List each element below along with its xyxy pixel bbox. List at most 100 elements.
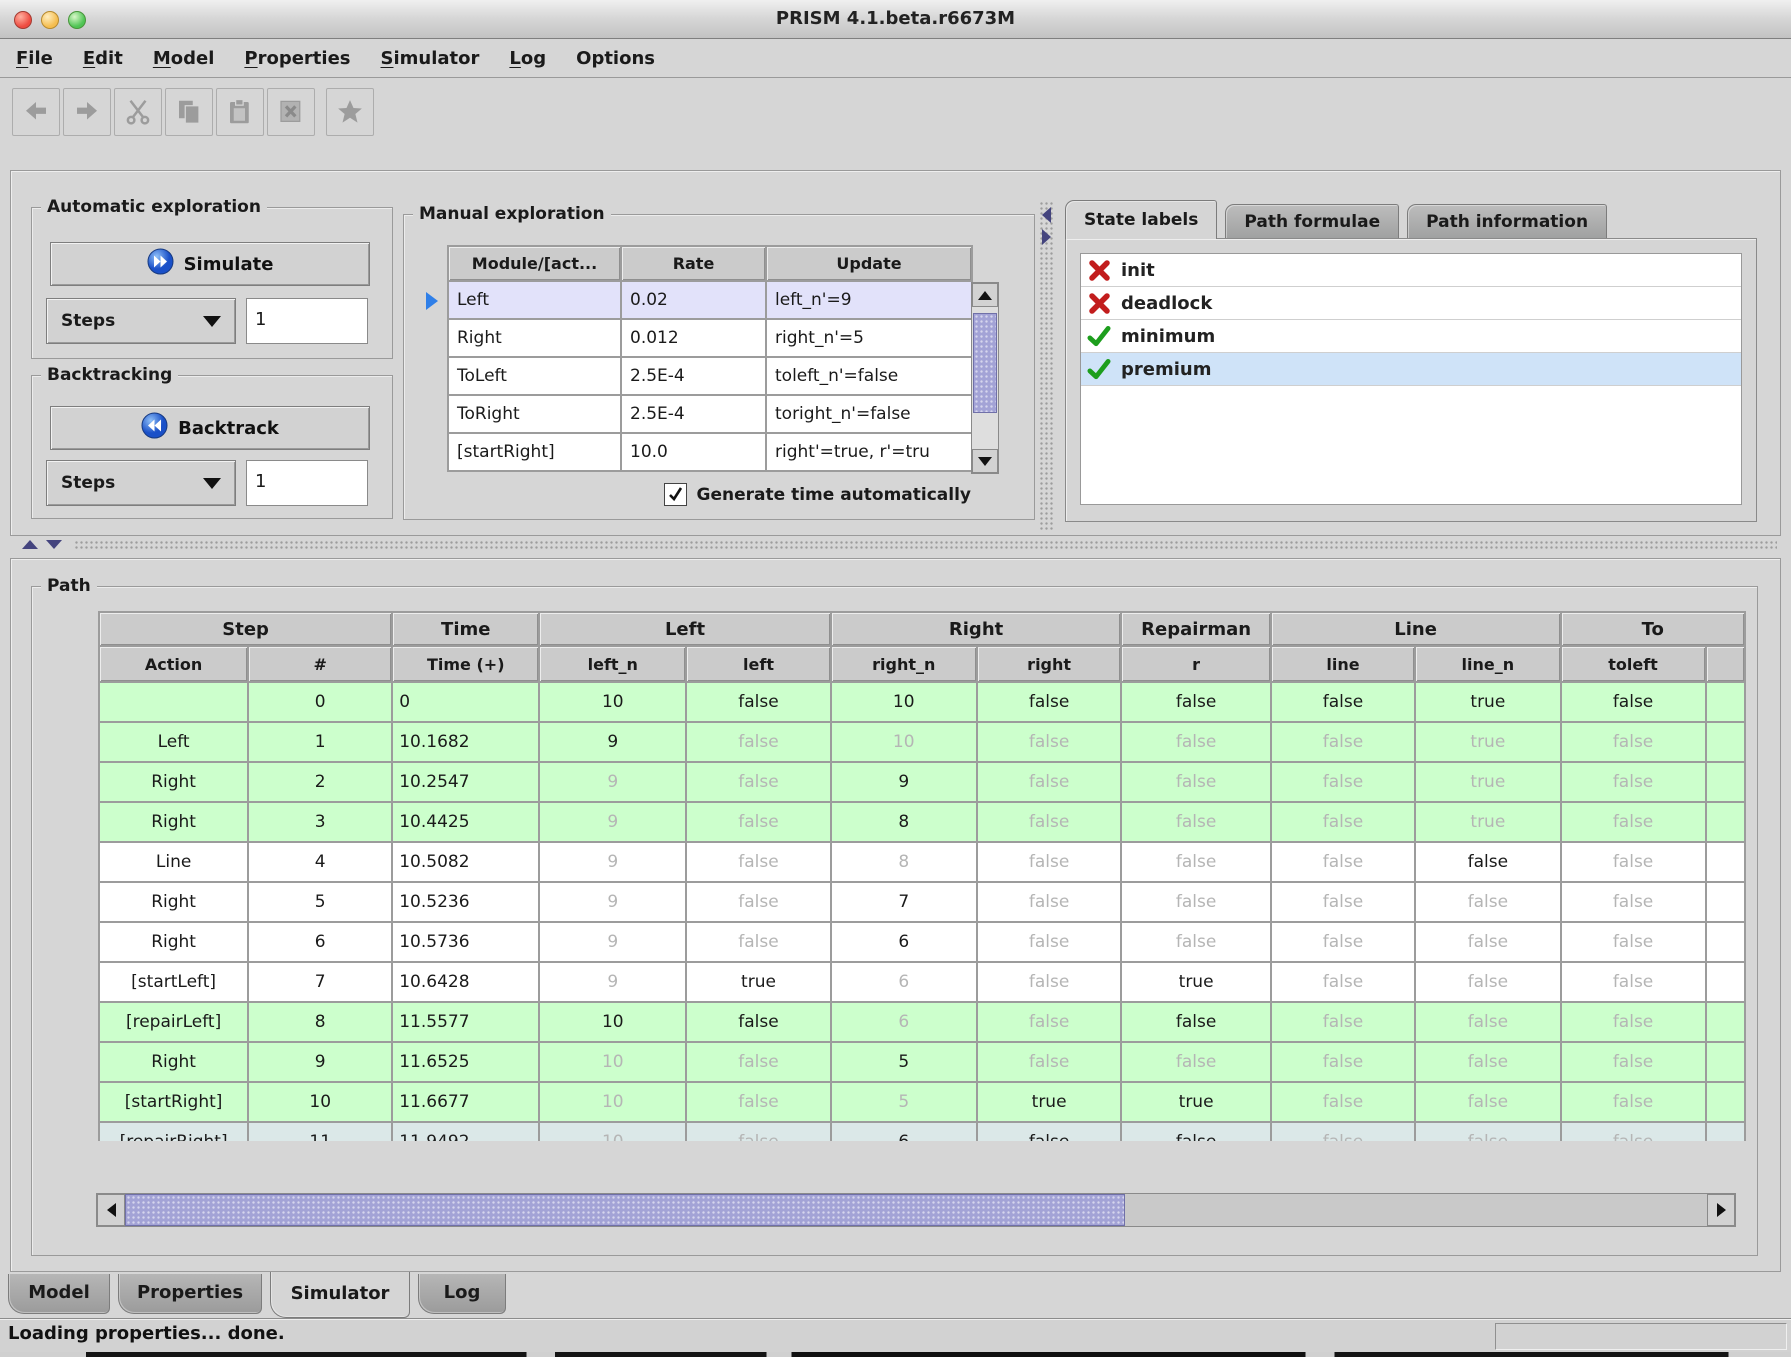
title-bar: PRISM 4.1.beta.r6673M bbox=[0, 0, 1791, 39]
scrollbar-thumb[interactable] bbox=[973, 313, 997, 413]
path-row[interactable]: Right310.44259false8falsefalsefalsetruef… bbox=[100, 803, 1744, 841]
back-button[interactable] bbox=[12, 88, 60, 136]
state-label-row[interactable]: minimum bbox=[1081, 320, 1741, 353]
path-cell-step: 7 bbox=[249, 963, 391, 1001]
path-row[interactable]: [startLeft]710.64289true6falsetruefalsef… bbox=[100, 963, 1744, 1001]
path-col-header[interactable]: Time (+) bbox=[393, 647, 538, 681]
path-col-header[interactable]: # bbox=[249, 647, 391, 681]
manual-col-module[interactable]: Module/[act... bbox=[449, 247, 620, 280]
manual-col-update[interactable]: Update bbox=[767, 247, 971, 280]
manual-row[interactable]: [startRight]10.0right'=true, r'=tru bbox=[449, 434, 971, 470]
path-cell: false bbox=[1272, 683, 1414, 721]
scroll-up-button[interactable] bbox=[972, 283, 998, 307]
manual-row[interactable]: Right0.012right_n'=5 bbox=[449, 320, 971, 356]
tab-state-labels[interactable]: State labels bbox=[1065, 200, 1217, 239]
simulate-button[interactable]: Simulate bbox=[50, 242, 370, 286]
path-cell: false bbox=[978, 1043, 1121, 1081]
manual-cell-rate: 0.012 bbox=[622, 320, 765, 356]
paste-button[interactable] bbox=[216, 88, 264, 136]
collapse-right-icon[interactable] bbox=[1042, 229, 1051, 245]
manual-row[interactable]: ToLeft2.5E-4toleft_n'=false bbox=[449, 358, 971, 394]
tab-path-formulae[interactable]: Path formulae bbox=[1225, 204, 1399, 239]
menu-log[interactable]: Log bbox=[509, 48, 546, 69]
collapse-down-icon[interactable] bbox=[46, 540, 62, 549]
collapse-left-icon[interactable] bbox=[1042, 207, 1051, 223]
path-col-header[interactable]: Action bbox=[100, 647, 247, 681]
path-row[interactable]: [repairRight]1111.949210false6falsefalse… bbox=[100, 1123, 1744, 1141]
path-row[interactable]: Right510.52369false7falsefalsefalsefalse… bbox=[100, 883, 1744, 921]
path-cell-step: 9 bbox=[249, 1043, 391, 1081]
menu-simulator[interactable]: Simulator bbox=[381, 48, 480, 69]
scroll-right-button[interactable] bbox=[1707, 1194, 1735, 1226]
tab-path-information[interactable]: Path information bbox=[1407, 204, 1607, 239]
manual-cell-module: Left bbox=[449, 282, 620, 318]
delete-button[interactable] bbox=[267, 88, 315, 136]
path-col-header[interactable]: line_n bbox=[1416, 647, 1559, 681]
path-cell bbox=[1707, 883, 1744, 921]
path-row[interactable]: Right911.652510false5falsefalsefalsefals… bbox=[100, 1043, 1744, 1081]
path-cell: 9 bbox=[540, 803, 685, 841]
tab-properties[interactable]: Properties bbox=[118, 1274, 262, 1314]
auto-steps-input[interactable]: 1 bbox=[246, 298, 368, 344]
generate-time-checkbox[interactable] bbox=[664, 483, 687, 506]
horizontal-splitter[interactable] bbox=[10, 534, 1779, 556]
path-cell-step: 8 bbox=[249, 1003, 391, 1041]
path-col-header[interactable]: right bbox=[978, 647, 1121, 681]
path-col-header[interactable]: left bbox=[687, 647, 829, 681]
menu-file[interactable]: File bbox=[16, 48, 53, 69]
check-icon bbox=[1087, 324, 1111, 348]
manual-cell-update: toright_n'=false bbox=[767, 396, 971, 432]
path-col-header[interactable]: left_n bbox=[540, 647, 685, 681]
path-col-header[interactable]: line bbox=[1272, 647, 1414, 681]
path-cell: false bbox=[1562, 803, 1705, 841]
tab-model[interactable]: Model bbox=[8, 1274, 110, 1314]
path-cell-action: [startRight] bbox=[100, 1083, 247, 1121]
path-col-header[interactable]: r bbox=[1122, 647, 1269, 681]
backtrack-icon bbox=[141, 412, 168, 444]
menu-model[interactable]: Model bbox=[153, 48, 215, 69]
scroll-down-button[interactable] bbox=[972, 449, 998, 473]
manual-row[interactable]: Left0.02left_n'=9 bbox=[449, 282, 971, 318]
vertical-splitter[interactable] bbox=[1039, 201, 1055, 531]
triangle-up-icon bbox=[978, 291, 992, 300]
copy-button[interactable] bbox=[165, 88, 213, 136]
path-row[interactable]: Right210.25479false9falsefalsefalsetruef… bbox=[100, 763, 1744, 801]
state-label-row[interactable]: deadlock bbox=[1081, 287, 1741, 320]
menu-properties[interactable]: Properties bbox=[244, 48, 350, 69]
path-col-header[interactable]: right_n bbox=[832, 647, 976, 681]
tab-simulator[interactable]: Simulator bbox=[270, 1272, 410, 1318]
path-row[interactable]: Left110.16829false10falsefalsefalsetruef… bbox=[100, 723, 1744, 761]
backtrack-steps-combo[interactable]: Steps bbox=[46, 460, 236, 506]
manual-vertical-scrollbar[interactable] bbox=[971, 282, 999, 474]
path-group-header: Time bbox=[393, 613, 538, 645]
scroll-left-button[interactable] bbox=[97, 1194, 125, 1226]
backtrack-button[interactable]: Backtrack bbox=[50, 406, 370, 450]
path-cell-step: 4 bbox=[249, 843, 391, 881]
forward-button[interactable] bbox=[63, 88, 111, 136]
path-row[interactable]: 0010false10falsefalsefalsetruefalse bbox=[100, 683, 1744, 721]
path-row[interactable]: Right610.57369false6falsefalsefalsefalse… bbox=[100, 923, 1744, 961]
path-row[interactable]: Line410.50829false8falsefalsefalsefalsef… bbox=[100, 843, 1744, 881]
backtrack-steps-input[interactable]: 1 bbox=[246, 460, 368, 506]
tab-log[interactable]: Log bbox=[418, 1274, 506, 1314]
cut-button[interactable] bbox=[114, 88, 162, 136]
toolbar bbox=[12, 88, 374, 136]
path-cell: false bbox=[1416, 1043, 1559, 1081]
path-row[interactable]: [repairLeft]811.557710false6falsefalsefa… bbox=[100, 1003, 1744, 1041]
menu-bar: File Edit Model Properties Simulator Log Optio… bbox=[0, 39, 1791, 78]
path-horizontal-scrollbar[interactable] bbox=[96, 1193, 1736, 1227]
path-col-header[interactable]: toleft bbox=[1562, 647, 1705, 681]
scrollbar-thumb[interactable] bbox=[125, 1194, 1125, 1226]
path-title: Path bbox=[41, 576, 97, 596]
manual-row[interactable]: ToRight2.5E-4toright_n'=false bbox=[449, 396, 971, 432]
state-label-row[interactable]: init bbox=[1081, 254, 1741, 287]
state-label-row[interactable]: premium bbox=[1081, 353, 1741, 386]
menu-options[interactable]: Options bbox=[576, 48, 655, 69]
star-button[interactable] bbox=[326, 88, 374, 136]
menu-edit[interactable]: Edit bbox=[83, 48, 123, 69]
path-row[interactable]: [startRight]1011.667710false5truetruefal… bbox=[100, 1083, 1744, 1121]
manual-col-rate[interactable]: Rate bbox=[622, 247, 765, 280]
path-cell: 10 bbox=[832, 723, 976, 761]
collapse-up-icon[interactable] bbox=[22, 540, 38, 549]
auto-steps-combo[interactable]: Steps bbox=[46, 298, 236, 344]
